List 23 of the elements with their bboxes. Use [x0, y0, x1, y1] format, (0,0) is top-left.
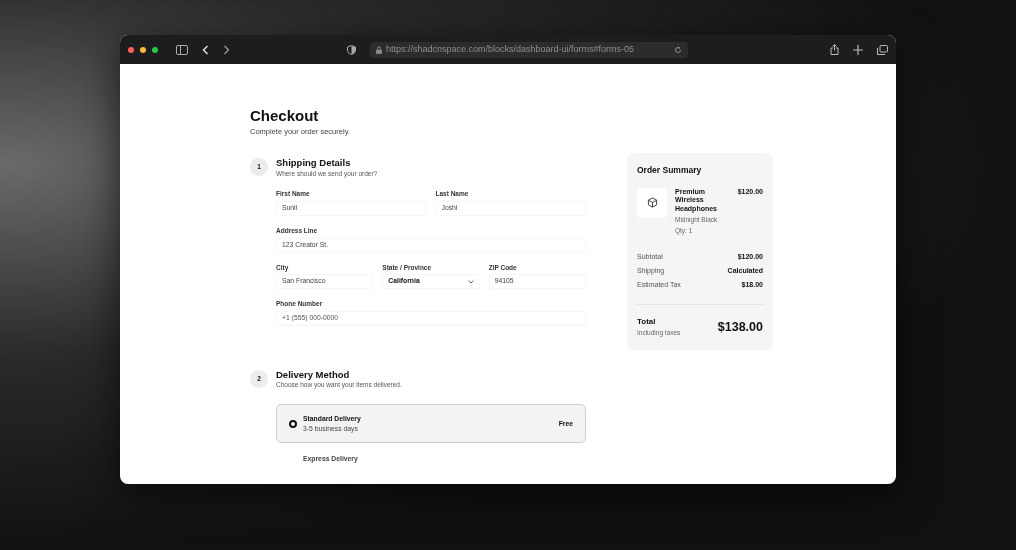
lock-icon	[376, 45, 382, 54]
summary-title: Order Summary	[637, 165, 703, 176]
tabs-icon[interactable]	[877, 44, 888, 55]
section-title: Shipping Details	[276, 158, 352, 169]
section-title: Delivery Method	[276, 369, 351, 381]
plus-icon[interactable]	[853, 44, 863, 55]
url-text: https://shadcnspace.com/blocks/dashboard-ui/forms#forms-05	[386, 42, 636, 56]
page-title: Checkout	[250, 108, 320, 123]
shield-icon[interactable]	[347, 44, 356, 55]
total-value: $138.00	[717, 319, 763, 336]
minimize-dot[interactable]	[140, 46, 146, 53]
reload-icon[interactable]	[674, 45, 682, 54]
sidebar-icon[interactable]	[176, 44, 188, 55]
share-icon[interactable]	[830, 44, 839, 55]
box-icon	[646, 197, 658, 209]
address-bar[interactable]: https://shadcnspace.com/blocks/dashboard-ui/forms#forms-05	[370, 41, 688, 58]
chevron-down-icon	[467, 279, 474, 284]
close-dot[interactable]	[128, 46, 134, 53]
radio-button[interactable]	[289, 419, 297, 428]
zoom-dot[interactable]	[152, 46, 158, 53]
total-label: Total	[637, 317, 657, 328]
forward-icon[interactable]	[223, 44, 230, 55]
back-icon[interactable]	[202, 44, 209, 55]
